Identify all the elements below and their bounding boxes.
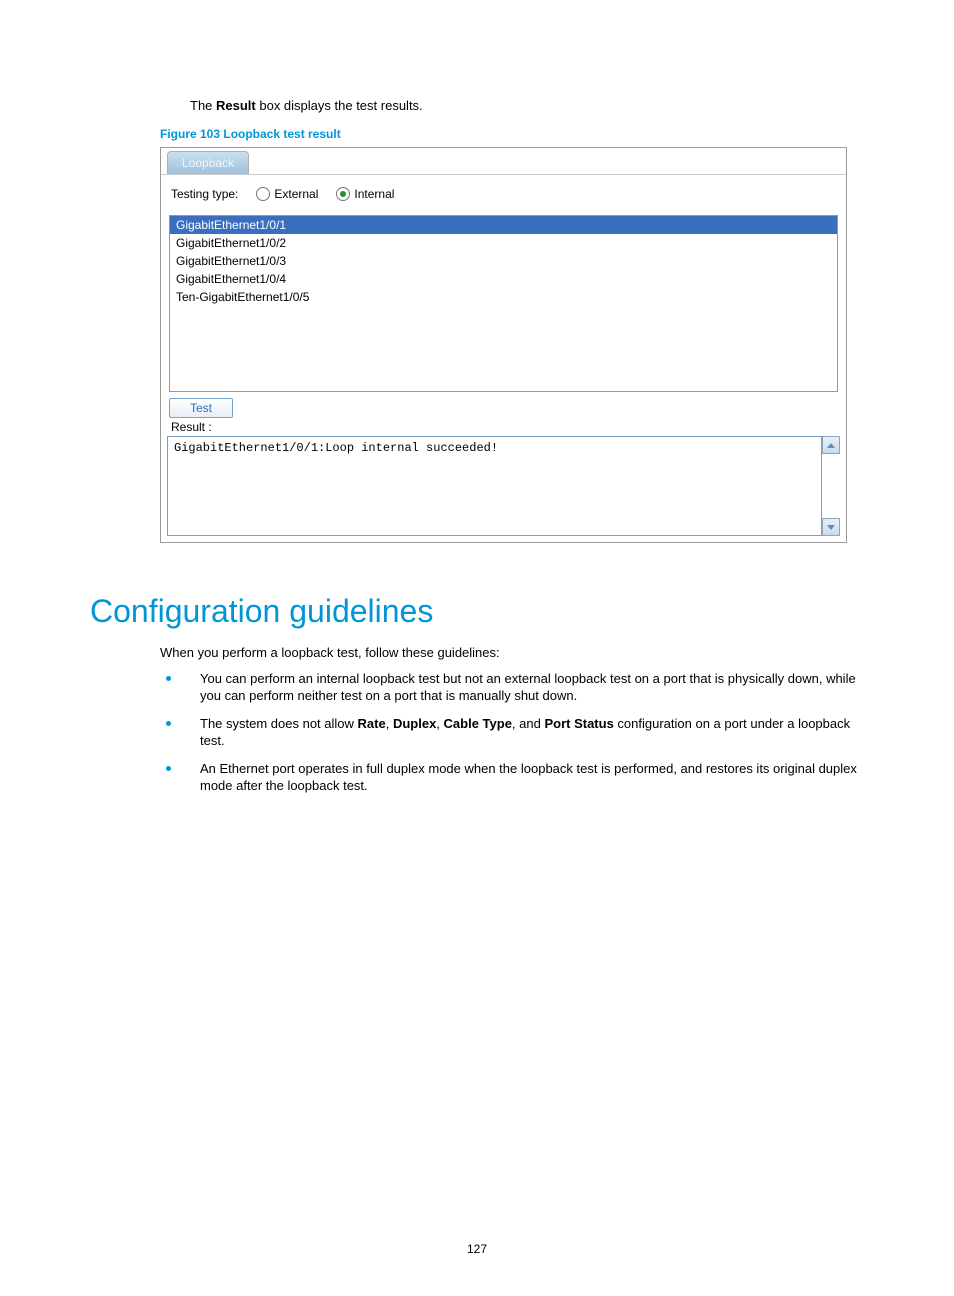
result-label: Result : [165, 420, 846, 436]
guidelines-intro: When you perform a loopback test, follow… [160, 644, 864, 662]
list-item[interactable]: GigabitEthernet1/0/1 [170, 216, 837, 234]
testing-type-row: Testing type: External Internal [161, 175, 846, 215]
page-number: 127 [0, 1242, 954, 1256]
list-item: The system does not allow Rate, Duplex, … [160, 715, 864, 750]
loopback-screenshot: Loopback Testing type: External Internal… [160, 147, 847, 543]
intro-prefix: The [190, 98, 216, 113]
radio-external-label: External [274, 187, 318, 201]
list-item[interactable]: Ten-GigabitEthernet1/0/5 [170, 288, 837, 306]
scrollbar[interactable] [822, 436, 840, 536]
list-item[interactable]: GigabitEthernet1/0/2 [170, 234, 837, 252]
chevron-up-icon [827, 443, 835, 448]
testing-type-label: Testing type: [171, 187, 238, 201]
list-item[interactable]: GigabitEthernet1/0/3 [170, 252, 837, 270]
result-box-wrap: GigabitEthernet1/0/1:Loop internal succe… [167, 436, 840, 536]
radio-icon [336, 187, 350, 201]
port-listbox[interactable]: GigabitEthernet1/0/1 GigabitEthernet1/0/… [169, 215, 838, 392]
list-item[interactable]: GigabitEthernet1/0/4 [170, 270, 837, 288]
radio-icon [256, 187, 270, 201]
intro-suffix: box displays the test results. [256, 98, 423, 113]
page: The Result box displays the test results… [0, 0, 954, 1296]
radio-internal-label: Internal [354, 187, 394, 201]
list-item: An Ethernet port operates in full duplex… [160, 760, 864, 795]
chevron-down-icon [827, 525, 835, 530]
test-button[interactable]: Test [169, 398, 233, 418]
intro-bold: Result [216, 98, 256, 113]
guidelines-list: You can perform an internal loopback tes… [160, 670, 864, 795]
figure-caption: Figure 103 Loopback test result [160, 127, 864, 141]
test-button-row: Test [161, 392, 846, 418]
result-textarea[interactable]: GigabitEthernet1/0/1:Loop internal succe… [167, 436, 822, 536]
tab-bar: Loopback [161, 148, 846, 175]
radio-external[interactable]: External [256, 187, 318, 201]
list-item: You can perform an internal loopback tes… [160, 670, 864, 705]
section-heading: Configuration guidelines [90, 593, 864, 630]
scroll-down-button[interactable] [822, 518, 840, 536]
scroll-up-button[interactable] [822, 436, 840, 454]
intro-text: The Result box displays the test results… [190, 98, 864, 113]
radio-dot-icon [340, 191, 346, 197]
radio-internal[interactable]: Internal [336, 187, 394, 201]
tab-loopback[interactable]: Loopback [167, 151, 249, 174]
